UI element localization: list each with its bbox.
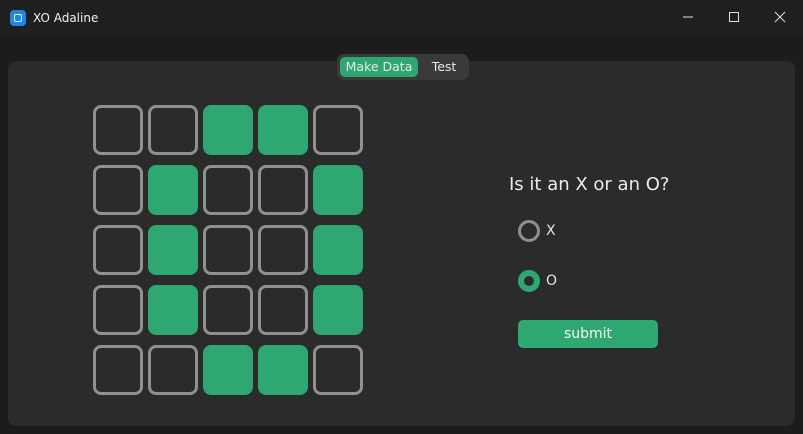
grid-cell-r5-c5[interactable] [313,345,363,395]
grid-cell-r3-c1[interactable] [93,225,143,275]
grid-cell-r4-c1[interactable] [93,285,143,335]
grid-cell-r5-c3[interactable] [203,345,253,395]
app-icon [10,10,26,26]
grid-cell-r2-c5[interactable] [313,165,363,215]
grid-cell-r2-c4[interactable] [258,165,308,215]
tab-make-data[interactable]: Make Data [340,57,418,77]
grid-cell-r2-c3[interactable] [203,165,253,215]
grid-cell-r2-c1[interactable] [93,165,143,215]
grid-cell-r1-c2[interactable] [148,105,198,155]
window-title: XO Adaline [33,11,99,25]
grid-cell-r1-c3[interactable] [203,105,253,155]
grid-cell-r5-c4[interactable] [258,345,308,395]
grid-cell-r5-c2[interactable] [148,345,198,395]
radio-label-x: X [546,223,556,239]
grid-cell-r4-c4[interactable] [258,285,308,335]
maximize-button[interactable] [711,0,757,34]
grid-cell-r3-c2[interactable] [148,225,198,275]
radio-label-o: O [546,273,558,289]
question-label: Is it an X or an O? [509,174,670,195]
title-bar: XO Adaline [0,0,803,34]
minimize-icon [683,16,693,18]
maximize-icon [729,12,739,22]
close-button[interactable] [757,0,803,34]
grid-cell-r1-c4[interactable] [258,105,308,155]
close-icon [774,11,786,23]
tab-test[interactable]: Test [421,57,467,77]
tab-switcher: Make Data Test [337,54,469,80]
grid-cell-r2-c2[interactable] [148,165,198,215]
radio-button-o[interactable] [518,270,540,292]
grid-cell-r3-c5[interactable] [313,225,363,275]
radio-button-x[interactable] [518,220,540,242]
minimize-button[interactable] [665,0,711,34]
grid-cell-r5-c1[interactable] [93,345,143,395]
grid-cell-r4-c2[interactable] [148,285,198,335]
grid-cell-r3-c4[interactable] [258,225,308,275]
grid-cell-r3-c3[interactable] [203,225,253,275]
grid-cell-r1-c5[interactable] [313,105,363,155]
grid-cell-r1-c1[interactable] [93,105,143,155]
grid-cell-r4-c5[interactable] [313,285,363,335]
grid-cell-r4-c3[interactable] [203,285,253,335]
submit-button[interactable]: submit [518,320,658,348]
